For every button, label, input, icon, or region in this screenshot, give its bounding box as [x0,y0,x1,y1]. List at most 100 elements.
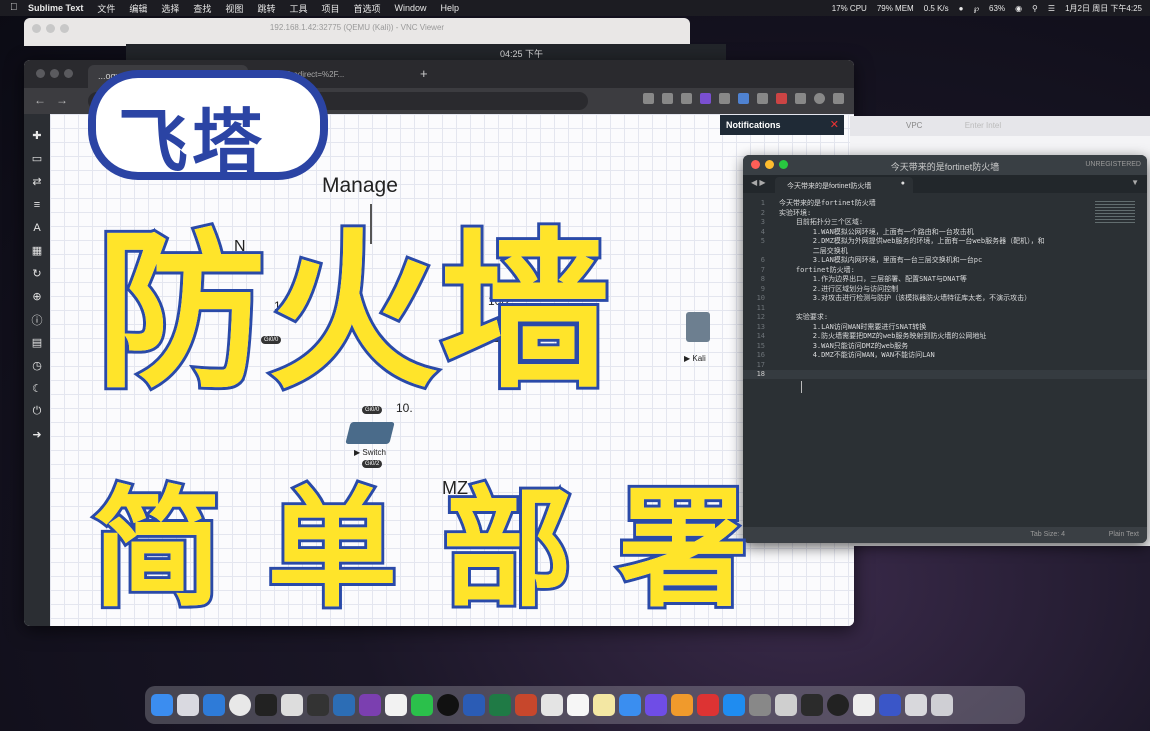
editor-minimap[interactable] [1095,201,1135,223]
finder-icon[interactable] [151,694,173,716]
menu-view[interactable]: 视图 [225,2,243,15]
trash-icon[interactable] [931,694,953,716]
profile-avatar[interactable] [814,93,825,104]
close-icon[interactable]: ✕ [830,118,839,131]
logout-icon[interactable]: ➜ [24,423,50,446]
launchpad-icon[interactable] [177,694,199,716]
word-icon[interactable] [463,694,485,716]
folder-icon[interactable] [905,694,927,716]
menu-window[interactable]: Window [395,3,427,13]
notifications-panel[interactable]: Notifications ✕ [720,115,844,135]
text-icon[interactable]: ≡ [24,193,50,216]
unsaved-dot-icon[interactable]: ● [901,180,905,187]
menu-help[interactable]: Help [441,3,460,13]
puzzle-icon[interactable] [795,93,806,104]
prompt-app-icon[interactable] [307,694,329,716]
refresh-icon[interactable]: ↻ [24,262,50,285]
menubar-clock[interactable]: 1月2日 周日 下午4:25 [1065,3,1142,14]
share-icon[interactable] [662,93,673,104]
list-icon[interactable]: ▤ [24,331,50,354]
cpu-readout[interactable]: 17% CPU [832,4,867,13]
grid-icon[interactable]: ▦ [24,239,50,262]
bookmark-star-icon[interactable] [681,93,692,104]
vnc-viewer-window[interactable]: 192.168.1.42:32775 (QEMU (Kali)) - VNC V… [24,18,690,46]
menu-file[interactable]: 文件 [97,2,115,15]
app-store-icon[interactable] [723,694,745,716]
menu-preferences[interactable]: 首选项 [353,2,380,15]
vnc-icon[interactable] [801,694,823,716]
shark-app-icon[interactable] [333,694,355,716]
apple-icon[interactable]:  [10,2,18,13]
minimize-button[interactable] [50,69,59,78]
vc-app-icon[interactable] [879,694,901,716]
extension-icon[interactable] [700,93,711,104]
shortcuts-icon[interactable] [645,694,667,716]
pencil-app-icon[interactable] [619,694,641,716]
tab-nav-arrows-icon[interactable]: ◀ ▶ [751,178,766,187]
battery-readout[interactable]: 63% [989,4,1005,13]
chevron-down-icon[interactable]: ▼ [1131,178,1139,187]
excel-icon[interactable] [489,694,511,716]
menu-edit[interactable]: 编辑 [129,2,147,15]
node-icon[interactable]: ▭ [24,147,50,170]
control-center-icon[interactable]: ☰ [1048,4,1055,13]
close-button[interactable] [36,69,45,78]
syntax-indicator[interactable]: Plain Text [1109,531,1139,538]
window-app-icon[interactable] [281,694,303,716]
obs-icon[interactable] [827,694,849,716]
system-preferences-icon[interactable] [749,694,771,716]
info-icon[interactable]: ⓘ [24,308,50,331]
pen-app-icon[interactable] [853,694,875,716]
wifi-icon[interactable]: ◉ [1015,4,1022,13]
tab-size-indicator[interactable]: Tab Size: 4 [1030,531,1065,538]
onenote-icon[interactable] [359,694,381,716]
menubar-app-name[interactable]: Sublime Text [28,3,83,13]
menu-find[interactable]: 查找 [193,2,211,15]
wechat-icon[interactable] [411,694,433,716]
switch-node-icon[interactable] [345,422,395,444]
extension-icon[interactable] [719,93,730,104]
sublime-file-tab[interactable]: 今天带来的是fortinet防火墙 ● [775,177,913,193]
calendar-icon[interactable] [567,694,589,716]
menu-goto[interactable]: 跳转 [257,2,275,15]
youdao-icon[interactable] [697,694,719,716]
extension-icon[interactable] [757,93,768,104]
kali-clock[interactable]: 04:25 下午 [500,47,543,60]
mem-readout[interactable]: 79% MEM [877,4,914,13]
astar-icon[interactable] [437,694,459,716]
back-icon[interactable]: ← [34,93,46,107]
chrome-icon[interactable] [229,694,251,716]
search-icon[interactable]: ⚲ [1032,4,1038,13]
moon-icon[interactable]: ☾ [24,377,50,400]
new-tab-button[interactable]: + [420,66,428,81]
zoom-button[interactable] [64,69,73,78]
menu-tools[interactable]: 工具 [289,2,307,15]
safari-icon[interactable] [203,694,225,716]
powerpoint-icon[interactable] [515,694,537,716]
extension-icon[interactable] [776,93,787,104]
code-editor[interactable]: 1 今天带来的是fortinet防火墙 2 实验环境: 3 目前拓扑分三个区域: 4… [743,193,1147,527]
interface-port[interactable]: Gi0/2 [362,460,383,468]
menu-project[interactable]: 项目 [321,2,339,15]
clock-icon[interactable]: ◷ [24,354,50,377]
sublime-text-window[interactable]: 今天带来的是fortinet防火墙 UNREGISTERED ◀ ▶ 今天带来的… [743,155,1147,543]
more-menu-icon[interactable] [833,93,844,104]
notes-icon[interactable] [593,694,615,716]
net-readout[interactable]: 0.5 K/s [924,4,949,13]
wechat-icon[interactable]: ● [959,4,964,13]
add-icon[interactable]: ✚ [24,124,50,147]
extension-icon[interactable] [738,93,749,104]
menu-select[interactable]: 选择 [161,2,179,15]
terminal-icon[interactable] [255,694,277,716]
forward-icon[interactable]: → [56,93,68,107]
font-icon[interactable]: A [24,216,50,239]
qq-icon[interactable] [385,694,407,716]
zoom-icon[interactable]: ⊕ [24,285,50,308]
kali-node-icon[interactable] [686,312,710,342]
link-icon[interactable]: ⇄ [24,170,50,193]
power-icon[interactable]: ⏻ [24,400,50,423]
preview-icon[interactable] [775,694,797,716]
translate-icon[interactable] [643,93,654,104]
sublime-icon[interactable] [671,694,693,716]
pdf-app-icon[interactable] [541,694,563,716]
